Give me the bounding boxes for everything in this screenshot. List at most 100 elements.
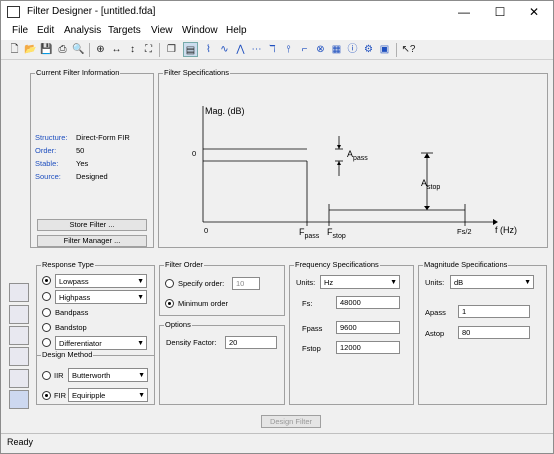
frequency-specs-panel: Frequency Specifications Units: Hz ▼ Fs: … — [289, 260, 414, 405]
order-label: Order: — [35, 146, 57, 155]
mag-phase-icon[interactable]: ⋀ — [233, 42, 248, 57]
maximize-button[interactable]: ☐ — [485, 4, 515, 20]
minimize-button[interactable]: — — [449, 4, 479, 20]
differentiator-dropdown[interactable]: Differentiator ▼ — [55, 336, 147, 350]
fir-method-dropdown[interactable]: Equiripple ▼ — [68, 388, 148, 402]
frequency-specs-title: Frequency Specifications — [294, 260, 380, 269]
source-label: Source: — [35, 172, 61, 181]
new-figure-icon[interactable]: ❐ — [164, 42, 179, 57]
options-panel: Options Density Factor: 20 — [159, 320, 285, 405]
menu-bar: File Edit Analysis Targets View Window H… — [1, 23, 553, 40]
full-view-icon[interactable]: ⛶ — [141, 42, 156, 57]
group-delay-icon[interactable]: ⋯ — [249, 42, 264, 57]
zoom-in-icon[interactable]: ⊕ — [93, 42, 108, 57]
phase-delay-icon[interactable]: ℸ — [265, 42, 280, 57]
iir-method-dropdown[interactable]: Butterworth ▼ — [68, 368, 148, 382]
bandstop-radio[interactable] — [42, 323, 51, 332]
highpass-radio[interactable] — [42, 292, 51, 301]
iir-radio[interactable] — [42, 371, 51, 380]
status-bar: Ready — [1, 433, 553, 453]
fstop-input-label: Fstop — [302, 344, 321, 353]
current-filter-info-panel: Current Filter Information Structure: Di… — [30, 68, 154, 248]
side-filter-type-icon[interactable] — [9, 283, 29, 302]
fs-label: Fs: — [302, 299, 313, 308]
response-type-title: Response Type — [41, 260, 95, 269]
magnitude-specs-panel: Magnitude Specifications Units: dB ▼ Apas… — [418, 260, 547, 405]
pole-zero-icon[interactable]: ⊗ — [313, 42, 328, 57]
apass-label: Apass — [347, 149, 368, 162]
apass-input[interactable]: 1 — [458, 305, 530, 318]
new-icon[interactable]: 🗋 — [7, 42, 22, 57]
freq-units-dropdown[interactable]: Hz ▼ — [320, 275, 400, 289]
zero-db-label: 0 — [192, 149, 197, 158]
astop-input[interactable]: 80 — [458, 326, 530, 339]
filter-info-icon[interactable]: ⓘ — [345, 42, 360, 57]
filter-specs-panel: Filter Specifications Mag. (dB) 0 0 Apas… — [158, 68, 548, 248]
fs-input[interactable]: 48000 — [336, 296, 400, 309]
fstop-input[interactable]: 12000 — [336, 341, 400, 354]
side-import-icon[interactable] — [9, 369, 29, 388]
fpass-input-label: Fpass — [302, 324, 323, 333]
fir-radio[interactable] — [42, 391, 51, 400]
app-icon — [7, 6, 20, 18]
menu-window[interactable]: Window — [182, 25, 218, 36]
astop-label: Astop — [421, 178, 441, 191]
side-transform-icon[interactable] — [9, 305, 29, 324]
density-factor-input[interactable]: 20 — [225, 336, 277, 349]
open-icon[interactable]: 📂 — [23, 42, 38, 57]
differentiator-radio[interactable] — [42, 338, 51, 347]
mag-axis-label: Mag. (dB) — [205, 106, 245, 116]
bandpass-radio[interactable] — [42, 308, 51, 317]
menu-view[interactable]: View — [151, 25, 173, 36]
step-response-icon[interactable]: ⌐ — [297, 42, 312, 57]
store-filter-button[interactable]: Store Filter ... — [37, 219, 147, 231]
highpass-dropdown[interactable]: Highpass ▼ — [55, 290, 147, 304]
frequency-axis-label: f (Hz) — [495, 225, 517, 235]
options-title: Options — [164, 320, 192, 329]
menu-analysis[interactable]: Analysis — [64, 25, 101, 36]
filter-manager-button[interactable]: Filter Manager ... — [37, 235, 147, 247]
iir-label: IIR — [54, 371, 64, 380]
minimum-order-radio[interactable] — [165, 299, 174, 308]
save-icon[interactable]: 💾 — [39, 42, 54, 57]
order-value: 50 — [76, 146, 85, 155]
print-preview-icon[interactable]: 🔍 — [71, 42, 86, 57]
menu-targets[interactable]: Targets — [108, 25, 141, 36]
lowpass-radio[interactable] — [42, 276, 51, 285]
specify-order-radio[interactable] — [165, 279, 174, 288]
print-icon[interactable]: ⎙ — [55, 42, 70, 57]
bandpass-label: Bandpass — [55, 308, 89, 317]
stable-value: Yes — [76, 159, 89, 168]
coefficients-icon[interactable]: ▦ — [329, 42, 344, 57]
mag-units-dropdown[interactable]: dB ▼ — [450, 275, 534, 289]
menu-edit[interactable]: Edit — [37, 25, 54, 36]
menu-file[interactable]: File — [12, 25, 28, 36]
title-bar: Filter Designer - [untitled.fda] — ☐ ✕ — [1, 1, 553, 23]
design-method-panel: Design Method IIR Butterworth ▼ FIR Equir… — [36, 350, 155, 405]
side-quantize-icon[interactable] — [9, 326, 29, 345]
side-realize-icon[interactable] — [9, 347, 29, 366]
toolbar: 🗋 📂 💾 ⎙ 🔍 ⊕ ↔ ↕ ⛶ ❐ ▤ ⌇ ∿ ⋀ ⋯ ℸ ⫯ ⌐ ⊗ ▦ … — [1, 40, 553, 60]
zoom-x-icon[interactable]: ↔ — [109, 42, 124, 57]
design-filter-button[interactable]: Design Filter — [261, 415, 321, 428]
window-title: Filter Designer - [untitled.fda] — [27, 6, 156, 17]
structure-label: Structure: — [35, 133, 68, 142]
zoom-y-icon[interactable]: ↕ — [125, 42, 140, 57]
menu-help[interactable]: Help — [226, 25, 247, 36]
freq-units-label: Units: — [296, 278, 316, 287]
source-value: Designed — [76, 172, 108, 181]
specify-order-input[interactable]: 10 — [232, 277, 260, 290]
mag-units-label: Units: — [425, 278, 445, 287]
impulse-response-icon[interactable]: ⫯ — [281, 42, 296, 57]
fpass-input[interactable]: 9600 — [336, 321, 400, 334]
cost-icon[interactable]: ⚙ — [361, 42, 376, 57]
zero-hz-label: 0 — [204, 226, 209, 235]
filter-specs-icon[interactable]: ▤ — [183, 42, 198, 57]
phase-response-icon[interactable]: ∿ — [217, 42, 232, 57]
magnitude-response-icon[interactable]: ⌇ — [201, 42, 216, 57]
visualize-icon[interactable]: ▣ — [377, 42, 392, 57]
close-button[interactable]: ✕ — [519, 4, 549, 20]
side-design-filter-icon[interactable] — [9, 390, 29, 409]
lowpass-dropdown[interactable]: Lowpass ▼ — [55, 274, 147, 288]
whats-this-help-icon[interactable]: ↖? — [401, 42, 416, 57]
